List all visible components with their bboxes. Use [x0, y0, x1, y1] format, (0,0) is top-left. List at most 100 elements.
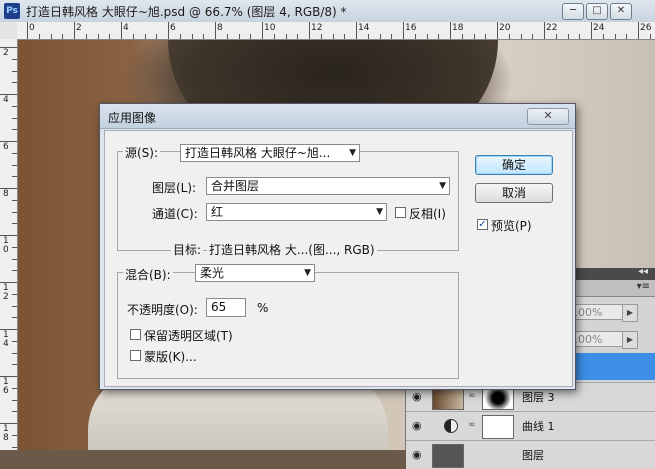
photoshop-app-icon: Ps [4, 3, 20, 19]
ruler-h-label: 24 [593, 23, 605, 33]
ruler-tick [12, 293, 17, 295]
vertical-ruler[interactable]: 2 4 6 8 1 0 1 2 1 4 1 6 1 8 [0, 39, 18, 450]
collapse-panel-icon[interactable]: ◂◂ [638, 266, 648, 277]
close-window-button[interactable]: ✕ [610, 3, 632, 20]
source-select[interactable]: 打造日韩风格 大眼仔~旭... ▼ [180, 144, 360, 162]
preview-label[interactable]: 预览(P) [491, 217, 532, 234]
ruler-v-label: 6 [3, 142, 9, 152]
ruler-tick [62, 34, 64, 39]
ruler-tick [0, 329, 17, 330]
link-icon: ∞ [468, 420, 476, 430]
dialog-body: 源(S): 打造日韩风格 大眼仔~旭... ▼ 图层(L): 合并图层 ▼ 通道… [104, 130, 573, 387]
layer-label: 图层(L): [152, 181, 197, 195]
ruler-tick [12, 105, 17, 107]
ruler-tick [591, 22, 592, 39]
ruler-v-label: 4 [3, 95, 9, 105]
ruler-tick [379, 34, 381, 39]
channel-select[interactable]: 红 ▼ [206, 203, 387, 221]
source-value: 打造日韩风格 大眼仔~旭... [185, 146, 331, 160]
ruler-v-label: 8 [3, 189, 9, 199]
ruler-tick [132, 34, 134, 39]
ruler-tick [367, 34, 369, 39]
dialog-close-button[interactable]: ✕ [527, 108, 569, 125]
layer-row[interactable]: ◉ 图层 [406, 440, 655, 469]
fill-arrow-icon[interactable]: ▶ [622, 331, 638, 349]
maximize-button[interactable]: □ [586, 3, 608, 20]
layer-name[interactable]: 图层 [522, 447, 544, 463]
cancel-button[interactable]: 取消 [475, 183, 553, 203]
ruler-tick [12, 317, 17, 319]
chevron-down-icon: ▼ [439, 181, 446, 191]
ruler-tick [297, 34, 299, 39]
ruler-tick [12, 70, 17, 72]
ruler-tick [12, 223, 17, 225]
dialog-title: 应用图像 [108, 111, 157, 125]
ruler-tick [0, 282, 17, 283]
ruler-tick [309, 22, 310, 39]
source-group [117, 151, 459, 251]
ruler-tick [497, 22, 498, 39]
ok-button[interactable]: 确定 [475, 155, 553, 175]
layer-thumbnail [432, 444, 464, 468]
panel-menu-icon[interactable]: ▾≡ [637, 281, 650, 292]
ruler-tick [520, 34, 522, 39]
ruler-tick [38, 34, 40, 39]
layer-name[interactable]: 曲线 1 [522, 418, 555, 434]
target-value: 打造日韩风格 大...(图..., RGB) [207, 241, 377, 258]
ruler-tick [0, 423, 17, 424]
ruler-tick [12, 434, 17, 436]
blending-select[interactable]: 柔光 ▼ [195, 264, 315, 282]
ruler-tick [485, 34, 487, 39]
layer-row[interactable]: ◉ ∞ 曲线 1 [406, 411, 655, 440]
link-icon: ∞ [468, 391, 476, 401]
channel-value: 红 [211, 205, 224, 219]
ruler-tick [0, 235, 17, 236]
mask-checkbox[interactable] [130, 350, 141, 361]
layer-name[interactable]: 图层 3 [522, 389, 555, 405]
ruler-tick [12, 211, 17, 213]
ruler-tick [50, 34, 52, 39]
ruler-v-label: 1 6 [3, 377, 9, 396]
ruler-h-label: 20 [499, 23, 511, 33]
invert-checkbox[interactable] [395, 207, 406, 218]
ruler-tick [438, 34, 440, 39]
opacity-input[interactable]: 65 [206, 298, 246, 317]
eye-icon[interactable]: ◉ [412, 419, 422, 432]
document-title: 打造日韩风格 大眼仔~旭.psd @ 66.7% (图层 4, RGB/8) * [26, 5, 347, 19]
ruler-v-label: 1 0 [3, 236, 9, 255]
opacity-field[interactable]: 100% ▶ [566, 304, 638, 322]
ruler-tick [12, 129, 17, 131]
ruler-tick [567, 34, 569, 39]
ruler-tick [215, 22, 216, 39]
invert-label[interactable]: 反相(I) [409, 205, 446, 222]
layer-select[interactable]: 合并图层 ▼ [206, 177, 450, 195]
ruler-tick [121, 22, 122, 39]
ruler-tick [12, 446, 17, 448]
ruler-tick [344, 34, 346, 39]
chevron-down-icon: ▼ [304, 268, 311, 278]
ruler-h-label: 26 [640, 23, 652, 33]
ruler-tick [85, 34, 87, 39]
ruler-h-label: 6 [170, 23, 176, 33]
ruler-h-label: 18 [452, 23, 464, 33]
ruler-origin[interactable] [0, 22, 18, 40]
preview-checkbox[interactable]: ✓ [477, 219, 488, 230]
minimize-button[interactable]: ─ [562, 3, 584, 20]
ruler-tick [250, 34, 252, 39]
ruler-tick [12, 58, 17, 60]
preserve-transparency-label[interactable]: 保留透明区域(T) [144, 327, 233, 344]
eye-icon[interactable]: ◉ [412, 390, 422, 403]
ruler-tick [0, 94, 17, 95]
channel-label: 通道(C): [152, 207, 198, 221]
ruler-tick [532, 34, 534, 39]
opacity-arrow-icon[interactable]: ▶ [622, 304, 638, 322]
opacity-unit: % [257, 301, 269, 315]
ruler-tick [12, 164, 17, 166]
horizontal-ruler[interactable]: 0 2 4 6 8 10 12 14 16 18 20 22 24 26 [17, 22, 655, 40]
mask-label[interactable]: 蒙版(K)... [144, 348, 197, 365]
ruler-tick [473, 34, 475, 39]
fill-field[interactable]: 100% ▶ [566, 331, 638, 349]
preserve-transparency-checkbox[interactable] [130, 329, 141, 340]
ruler-tick [12, 340, 17, 342]
ruler-tick [191, 34, 193, 39]
